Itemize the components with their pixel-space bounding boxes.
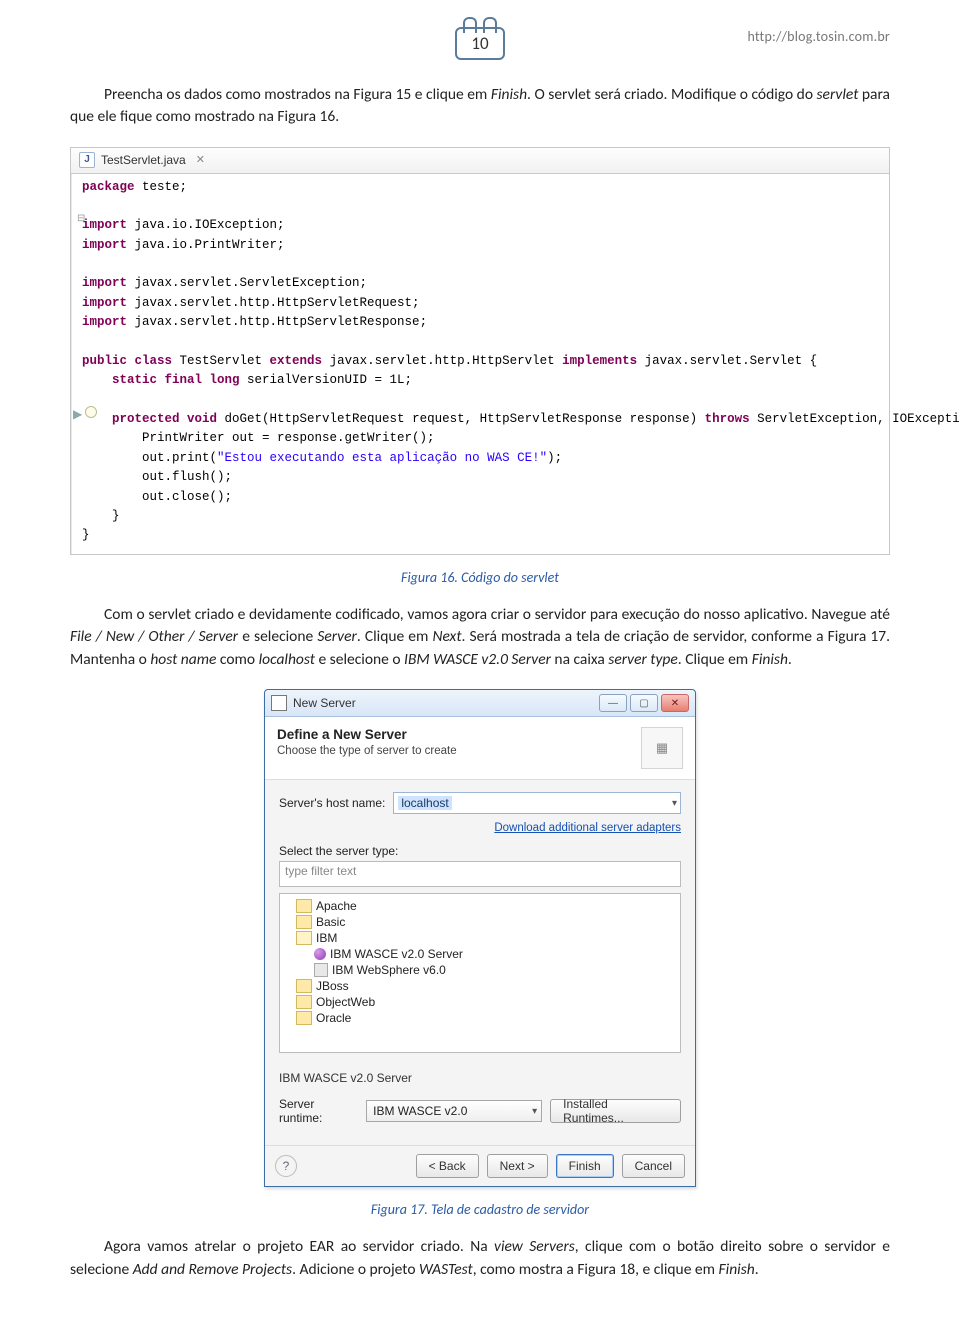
paragraph-2: Com o servlet criado e devidamente codif… [70, 604, 890, 671]
chevron-down-icon: ▾ [672, 798, 677, 809]
editor-code: package teste; import java.io.IOExceptio… [72, 174, 960, 554]
folder-icon [296, 995, 312, 1009]
tree-item-ibm-websphere[interactable]: IBM WebSphere v6.0 [296, 962, 678, 978]
host-name-label: Server's host name: [279, 796, 385, 810]
paragraph-1: Preencha os dados como mostrados na Figu… [70, 84, 890, 129]
folder-icon [296, 979, 312, 993]
tree-item-ibm[interactable]: IBM [296, 930, 678, 946]
next-button[interactable]: Next > [487, 1154, 548, 1178]
dialog-title: New Server [293, 696, 593, 710]
dialog-titlebar: New Server ― ▢ ✕ [265, 690, 695, 717]
editor-gutter: ⊟ ▶ [71, 174, 72, 554]
p1-servlet: servlet [817, 85, 859, 104]
server-icon [314, 948, 326, 960]
window-icon [271, 695, 287, 711]
back-button[interactable]: < Back [416, 1154, 479, 1178]
dialog-header: Define a New Server Choose the type of s… [265, 717, 695, 780]
tab-close-icon: ✕ [196, 152, 205, 169]
page-number: 10 [455, 27, 504, 60]
tree-item-apache[interactable]: Apache [296, 898, 678, 914]
folder-icon [296, 1011, 312, 1025]
folder-icon [296, 915, 312, 929]
code-editor-screenshot: J TestServlet.java ✕ ⊟ ▶ package teste; … [70, 147, 890, 555]
tree-item-jboss[interactable]: JBoss [296, 978, 678, 994]
select-server-type-label: Select the server type: [279, 844, 681, 858]
folder-icon [296, 899, 312, 913]
type-filter-input[interactable]: type filter text [279, 861, 681, 887]
dialog-footer: ? < Back Next > Finish Cancel [265, 1145, 695, 1186]
p1-finish: Finish [491, 85, 527, 104]
tree-item-oracle[interactable]: Oracle [296, 1010, 678, 1026]
new-server-dialog: New Server ― ▢ ✕ Define a New Server Cho… [264, 689, 696, 1187]
figure-16-caption: Figura 16. Código do servlet [70, 569, 890, 586]
server-type-tree[interactable]: Apache Basic IBM IBM WASCE v2.0 Server I… [279, 893, 681, 1053]
minimize-button[interactable]: ― [599, 694, 627, 712]
java-file-icon: J [79, 152, 95, 168]
figure-17-caption: Figura 17. Tela de cadastro de servidor [70, 1201, 890, 1218]
header-url: http://blog.tosin.com.br [747, 28, 890, 45]
host-name-value: localhost [398, 796, 451, 810]
help-button[interactable]: ? [275, 1155, 297, 1177]
dialog-subheading: Choose the type of server to create [277, 745, 457, 757]
cancel-button[interactable]: Cancel [622, 1154, 685, 1178]
server-runtime-value: IBM WASCE v2.0 [373, 1104, 467, 1118]
paragraph-3: Agora vamos atrelar o projeto EAR ao ser… [70, 1236, 890, 1281]
tree-item-basic[interactable]: Basic [296, 914, 678, 930]
tree-item-ibm-wasce[interactable]: IBM WASCE v2.0 Server [296, 946, 678, 962]
server-runtime-label: Server runtime: [279, 1097, 358, 1125]
p1-mid: . O servlet será criado. Modifique o cód… [527, 85, 816, 104]
server-runtime-combo[interactable]: IBM WASCE v2.0 ▾ [366, 1100, 542, 1122]
dialog-wizard-icon: ▦ [641, 727, 683, 769]
maximize-button[interactable]: ▢ [630, 694, 658, 712]
chevron-down-icon: ▾ [532, 1106, 537, 1117]
close-button[interactable]: ✕ [661, 694, 689, 712]
folder-open-icon [296, 931, 312, 945]
page-header: 10 http://blog.tosin.com.br [70, 20, 890, 66]
finish-button[interactable]: Finish [556, 1154, 614, 1178]
server-icon [314, 963, 328, 977]
tree-item-objectweb[interactable]: ObjectWeb [296, 994, 678, 1010]
host-name-field[interactable]: localhost ▾ [393, 792, 681, 814]
download-adapters-link[interactable]: Download additional server adapters [494, 822, 681, 834]
selected-server-status: IBM WASCE v2.0 Server [279, 1071, 681, 1085]
editor-tab: J TestServlet.java ✕ [71, 148, 889, 174]
dialog-heading: Define a New Server [277, 727, 457, 742]
installed-runtimes-button[interactable]: Installed Runtimes... [550, 1099, 681, 1123]
p1-text: Preencha os dados como mostrados na Figu… [104, 85, 491, 104]
editor-tab-label: TestServlet.java [101, 151, 186, 170]
